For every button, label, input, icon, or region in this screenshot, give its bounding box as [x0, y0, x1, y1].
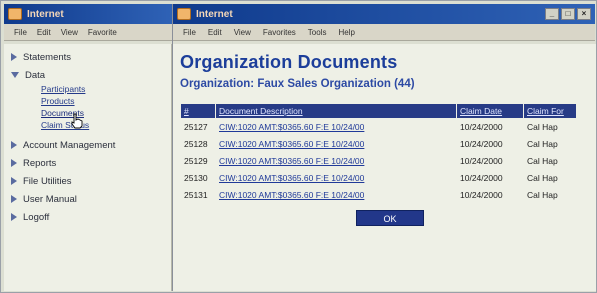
doc-description-link[interactable]: CIW:1020 AMT:$0365.60 F:E 10/24/00 [216, 119, 456, 135]
browser-icon [177, 8, 191, 20]
sidebar-item-account-management[interactable]: Account Management [4, 136, 171, 154]
sidebar-item-label: Account Management [23, 139, 116, 151]
claim-for: Cal Hap [527, 190, 558, 200]
sidebar-subitem-products[interactable]: Products [4, 96, 171, 108]
left-title-bar: Internet [4, 4, 172, 24]
column-header-description[interactable]: Document Description [216, 104, 456, 118]
claim-for: Cal Hap [527, 173, 558, 183]
sidebar-item-label: Logoff [23, 211, 50, 223]
menu-file[interactable]: File [14, 28, 27, 37]
table-row: 25129 CIW:1020 AMT:$0365.60 F:E 10/24/00… [181, 153, 576, 169]
close-button[interactable]: × [577, 8, 591, 20]
menu-favorites[interactable]: Favorites [263, 28, 296, 37]
menu-view[interactable]: View [234, 28, 251, 37]
screen-frame: Internet File Edit View Favorite Stateme… [0, 0, 597, 293]
sidebar-item-label: Data [25, 69, 46, 81]
menu-help[interactable]: Help [338, 28, 354, 37]
claim-for: Cal Hap [527, 139, 558, 149]
sidebar-subitem-participants[interactable]: Participants [4, 84, 171, 96]
claim-date: 10/24/2000 [460, 190, 503, 200]
right-title-bar: Internet _ □ × [173, 4, 595, 24]
claim-date: 10/24/2000 [460, 156, 503, 166]
sidebar-subitem-claim-status[interactable]: Claim Status [4, 120, 171, 132]
doc-number: 25127 [184, 122, 208, 132]
right-menu-bar: File Edit View Favorites Tools Help [173, 24, 595, 41]
expand-arrow-icon [11, 213, 17, 221]
claim-date: 10/24/2000 [460, 122, 503, 132]
organization-label: Organization: [180, 78, 255, 90]
page-title: Organization Documents [180, 52, 398, 72]
sidebar-item-reports[interactable]: Reports [4, 154, 171, 172]
sidebar-item-label: Statements [23, 51, 72, 63]
sidebar-item-label: Reports [23, 157, 57, 169]
expand-arrow-icon [11, 177, 17, 185]
table-row: 25127 CIW:1020 AMT:$0365.60 F:E 10/24/00… [181, 119, 576, 135]
documents-table: # Document Description Claim Date Claim … [180, 103, 577, 204]
doc-number: 25128 [184, 139, 208, 149]
sidebar-item-statements[interactable]: Statements [4, 48, 171, 66]
collapse-arrow-icon [11, 72, 19, 78]
table-row: 25130 CIW:1020 AMT:$0365.60 F:E 10/24/00… [181, 170, 576, 186]
column-header-number[interactable]: # [181, 104, 215, 118]
sidebar-item-logoff[interactable]: Logoff [4, 208, 171, 226]
expand-arrow-icon [11, 141, 17, 149]
table-row: 25128 CIW:1020 AMT:$0365.60 F:E 10/24/00… [181, 136, 576, 152]
right-browser-window: Internet _ □ × File Edit View Favorites … [172, 4, 596, 291]
left-window-title: Internet [27, 8, 64, 20]
menu-view[interactable]: View [61, 28, 78, 37]
sidebar-item-user-manual[interactable]: User Manual [4, 190, 171, 208]
doc-number: 25130 [184, 173, 208, 183]
menu-favorites[interactable]: Favorite [88, 28, 117, 37]
table-row: 25131 CIW:1020 AMT:$0365.60 F:E 10/24/00… [181, 187, 576, 203]
minimize-button[interactable]: _ [545, 8, 559, 20]
sidebar-nav: Statements Data Participants Products Do… [4, 44, 172, 291]
expand-arrow-icon [11, 53, 17, 61]
claim-date: 10/24/2000 [460, 173, 503, 183]
menu-edit[interactable]: Edit [37, 28, 51, 37]
doc-description-link[interactable]: CIW:1020 AMT:$0365.60 F:E 10/24/00 [216, 187, 456, 203]
doc-description-link[interactable]: CIW:1020 AMT:$0365.60 F:E 10/24/00 [216, 170, 456, 186]
right-window-title: Internet [196, 8, 233, 20]
left-menu-bar: File Edit View Favorite [4, 24, 172, 41]
menu-edit[interactable]: Edit [208, 28, 222, 37]
sidebar-item-file-utilities[interactable]: File Utilities [4, 172, 171, 190]
expand-arrow-icon [11, 195, 17, 203]
expand-arrow-icon [11, 159, 17, 167]
sidebar-item-label: File Utilities [23, 175, 72, 187]
table-header-row: # Document Description Claim Date Claim … [181, 104, 576, 118]
menu-file[interactable]: File [183, 28, 196, 37]
window-controls: _ □ × [545, 8, 591, 20]
sidebar-item-data[interactable]: Data [4, 66, 171, 84]
main-content: Organization Documents Organization: Fau… [173, 44, 596, 291]
doc-description-link[interactable]: CIW:1020 AMT:$0365.60 F:E 10/24/00 [216, 153, 456, 169]
claim-for: Cal Hap [527, 122, 558, 132]
menu-tools[interactable]: Tools [308, 28, 327, 37]
hand-cursor-icon [71, 113, 83, 129]
organization-name: Faux Sales Organization (44) [257, 78, 415, 90]
browser-icon [8, 8, 22, 20]
ok-button[interactable]: OK [356, 210, 424, 226]
maximize-button[interactable]: □ [561, 8, 575, 20]
column-header-claim-for[interactable]: Claim For [524, 104, 576, 118]
organization-line: Organization: Faux Sales Organization (4… [180, 78, 596, 90]
sidebar-item-label: User Manual [23, 193, 77, 205]
column-header-claim-date[interactable]: Claim Date [457, 104, 523, 118]
doc-number: 25129 [184, 156, 208, 166]
claim-date: 10/24/2000 [460, 139, 503, 149]
claim-for: Cal Hap [527, 156, 558, 166]
doc-number: 25131 [184, 190, 208, 200]
left-browser-window: Internet File Edit View Favorite Stateme… [4, 4, 172, 291]
sidebar-subitem-documents[interactable]: Documents [4, 108, 171, 120]
doc-description-link[interactable]: CIW:1020 AMT:$0365.60 F:E 10/24/00 [216, 136, 456, 152]
